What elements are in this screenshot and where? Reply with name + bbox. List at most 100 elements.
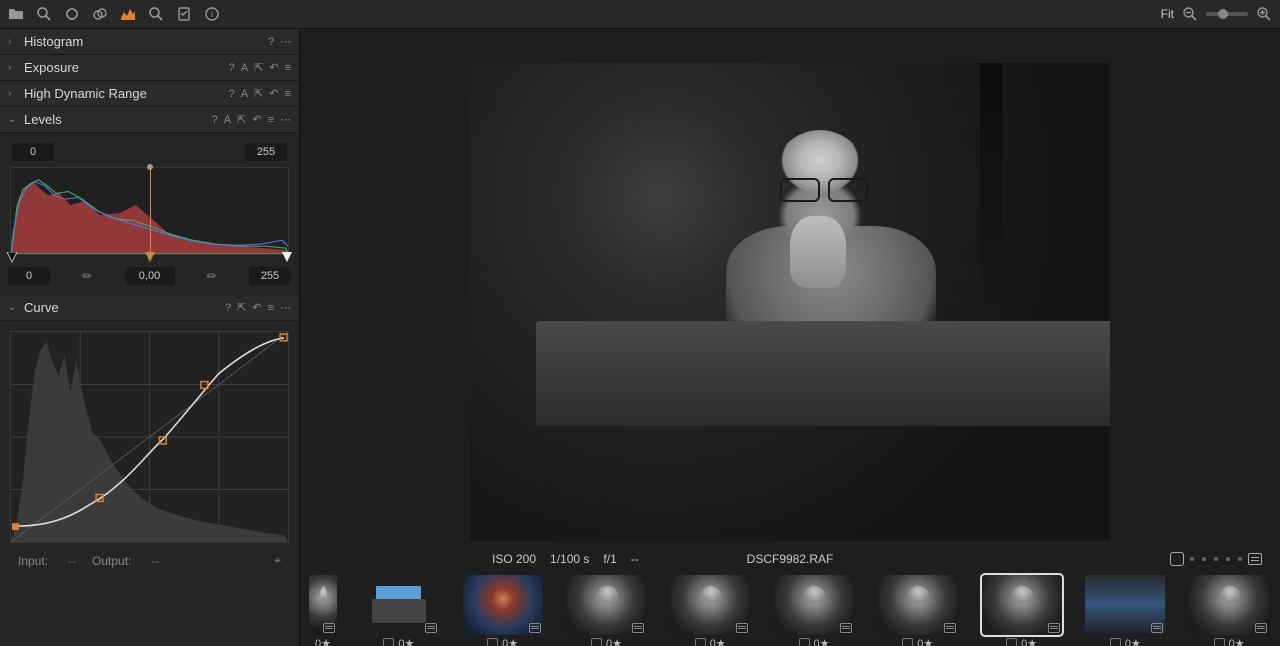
thumbnail-rating[interactable]: 0★ bbox=[814, 637, 830, 646]
svg-text:i: i bbox=[211, 9, 213, 19]
curve-picker-icon[interactable]: ⌖ bbox=[274, 553, 281, 568]
thumbnail[interactable]: 0★DSCF...84.RAF bbox=[1184, 575, 1274, 646]
reset-icon[interactable]: ↶ bbox=[252, 301, 261, 314]
thumbnail-meta: 0★ bbox=[1006, 637, 1037, 646]
thumbnail-image bbox=[309, 575, 337, 635]
thumbnail-meta: 0★ bbox=[315, 637, 331, 646]
panel-header-curve[interactable]: ⌄ Curve ? ⇱ ↶ ≡ ⋯ bbox=[0, 295, 299, 321]
copy-icon[interactable]: ⇱ bbox=[254, 61, 263, 74]
zoom-slider[interactable] bbox=[1206, 12, 1248, 16]
rings-icon[interactable] bbox=[92, 6, 108, 22]
levels-black-input[interactable] bbox=[12, 143, 54, 161]
thumbnail-meta: 0★ bbox=[902, 637, 933, 646]
thumbnail[interactable]: 0★DSCF...83.RAF bbox=[1080, 575, 1170, 646]
thumbnail-rating[interactable]: 0★ bbox=[398, 637, 414, 646]
color-tag-box[interactable] bbox=[1170, 552, 1184, 566]
thumbnail-rating[interactable]: 0★ bbox=[710, 637, 726, 646]
levels-out-mid-input[interactable] bbox=[125, 267, 175, 285]
copy-icon[interactable]: ⇱ bbox=[254, 87, 263, 100]
rating-dots[interactable] bbox=[1190, 557, 1242, 561]
levels-white-handle[interactable] bbox=[282, 252, 292, 264]
zoom-out-icon[interactable] bbox=[1182, 6, 1198, 22]
menu-icon[interactable]: ≡ bbox=[285, 88, 291, 100]
filmstrip: 0★….RAF0★DSCF...76.RAF0★DSCF9977.RAF0★DS… bbox=[300, 573, 1280, 646]
help-icon[interactable]: ? bbox=[268, 36, 274, 48]
adjustments-icon[interactable] bbox=[120, 6, 136, 22]
reset-icon[interactable]: ↶ bbox=[269, 61, 278, 74]
thumbnail[interactable]: 0★DSCF...81.RAF bbox=[873, 575, 963, 646]
help-icon[interactable]: ? bbox=[212, 114, 218, 126]
levels-out-black-input[interactable] bbox=[8, 267, 50, 285]
thumbnail-checkbox[interactable] bbox=[799, 638, 810, 646]
copy-icon[interactable]: ⇱ bbox=[237, 113, 246, 126]
info-icon[interactable]: i bbox=[204, 6, 220, 22]
thumbnail-checkbox[interactable] bbox=[1214, 638, 1225, 646]
search-tool-icon[interactable] bbox=[148, 6, 164, 22]
levels-white-input[interactable] bbox=[245, 143, 287, 161]
thumbnail-rating[interactable]: 0★ bbox=[502, 637, 518, 646]
auto-icon[interactable]: A bbox=[224, 114, 231, 126]
thumbnail-checkbox[interactable] bbox=[487, 638, 498, 646]
variant-badge-icon bbox=[1048, 623, 1060, 633]
thumbnail-rating[interactable]: 0★ bbox=[1125, 637, 1141, 646]
thumbnail-image bbox=[1085, 575, 1165, 635]
thumbnail-checkbox[interactable] bbox=[591, 638, 602, 646]
thumbnail-checkbox[interactable] bbox=[902, 638, 913, 646]
curve-input-value: -- bbox=[68, 554, 76, 568]
variant-badge-icon bbox=[736, 623, 748, 633]
auto-icon[interactable]: A bbox=[241, 88, 248, 100]
thumbnail-rating[interactable]: 0★ bbox=[917, 637, 933, 646]
menu-icon[interactable]: ≡ bbox=[285, 62, 291, 74]
help-icon[interactable]: ? bbox=[229, 88, 235, 100]
more-icon[interactable]: ⋯ bbox=[280, 35, 291, 48]
thumbnail[interactable]: 0★DSCF...78.RAF bbox=[562, 575, 652, 646]
curve-editor[interactable] bbox=[10, 331, 289, 543]
reset-icon[interactable]: ↶ bbox=[269, 87, 278, 100]
curve-input-label: Input: bbox=[18, 554, 48, 568]
levels-panel-body: ✏ ✏ bbox=[0, 133, 299, 295]
menu-icon[interactable]: ≡ bbox=[268, 302, 274, 314]
folder-icon[interactable] bbox=[8, 6, 24, 22]
more-icon[interactable]: ⋯ bbox=[280, 113, 291, 126]
thumbnail[interactable]: 0★….RAF bbox=[306, 575, 340, 646]
help-icon[interactable]: ? bbox=[225, 302, 231, 314]
panel-header-histogram[interactable]: › Histogram ? ⋯ bbox=[0, 29, 299, 55]
auto-icon[interactable]: A bbox=[241, 62, 248, 74]
magnify-icon[interactable] bbox=[36, 6, 52, 22]
thumbnail-checkbox[interactable] bbox=[383, 638, 394, 646]
thumbnail-rating[interactable]: 0★ bbox=[1021, 637, 1037, 646]
panel-header-hdr[interactable]: › High Dynamic Range ? A ⇱ ↶ ≡ bbox=[0, 81, 299, 107]
levels-mid-handle[interactable] bbox=[145, 252, 155, 264]
clipboard-icon[interactable] bbox=[176, 6, 192, 22]
zoom-in-icon[interactable] bbox=[1256, 6, 1272, 22]
eyedropper-white-icon[interactable]: ✏ bbox=[207, 269, 217, 283]
eyedropper-black-icon[interactable]: ✏ bbox=[82, 269, 92, 283]
thumbnail-checkbox[interactable] bbox=[1110, 638, 1121, 646]
thumbnail[interactable]: 0★DSCF...82.RAF bbox=[977, 575, 1067, 646]
chevron-down-icon: ⌄ bbox=[8, 302, 18, 313]
panel-header-levels[interactable]: ⌄ Levels ? A ⇱ ↶ ≡ ⋯ bbox=[0, 107, 299, 133]
thumbnail[interactable]: 0★DSCF...80.RAF bbox=[769, 575, 859, 646]
thumbnail[interactable]: 0★DSCF...79.RAF bbox=[665, 575, 755, 646]
menu-icon[interactable]: ≡ bbox=[268, 114, 274, 126]
thumbnail-checkbox[interactable] bbox=[695, 638, 706, 646]
thumbnail[interactable]: 0★DSCF9977.RAF bbox=[458, 575, 548, 646]
zoom-fit-label[interactable]: Fit bbox=[1161, 7, 1174, 21]
thumbnail-checkbox[interactable] bbox=[1006, 638, 1017, 646]
levels-histogram[interactable] bbox=[10, 167, 289, 255]
thumbnail[interactable]: 0★DSCF...76.RAF bbox=[354, 575, 444, 646]
help-icon[interactable]: ? bbox=[229, 62, 235, 74]
thumbnail-rating[interactable]: 0★ bbox=[606, 637, 622, 646]
more-icon[interactable]: ⋯ bbox=[280, 301, 291, 314]
circle-icon[interactable] bbox=[64, 6, 80, 22]
thumbnail-rating[interactable]: 0★ bbox=[315, 637, 331, 646]
variant-list-icon[interactable] bbox=[1248, 553, 1262, 565]
levels-mid-top-handle[interactable] bbox=[147, 164, 153, 170]
copy-icon[interactable]: ⇱ bbox=[237, 301, 246, 314]
levels-black-handle[interactable] bbox=[7, 252, 17, 264]
thumbnail-rating[interactable]: 0★ bbox=[1229, 637, 1245, 646]
panel-header-exposure[interactable]: › Exposure ? A ⇱ ↶ ≡ bbox=[0, 55, 299, 81]
image-canvas[interactable] bbox=[300, 29, 1280, 545]
levels-out-white-input[interactable] bbox=[249, 267, 291, 285]
reset-icon[interactable]: ↶ bbox=[252, 113, 261, 126]
